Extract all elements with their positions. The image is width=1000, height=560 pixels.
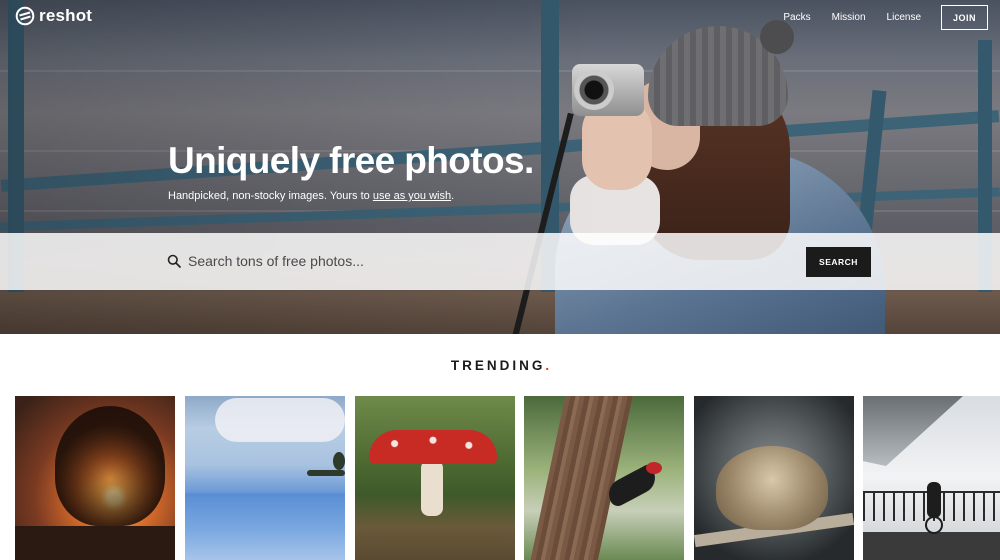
hero-subtitle-end: . <box>451 190 455 202</box>
trending-dot: . <box>545 358 550 373</box>
rodent <box>716 446 828 530</box>
hero-subtitle: Handpicked, non-stocky images. Yours to … <box>168 190 454 202</box>
logo[interactable]: reshot <box>15 6 92 26</box>
trending-label: TRENDING <box>450 358 546 373</box>
join-button[interactable]: JOIN <box>941 5 988 30</box>
nav-links: Packs Mission License JOIN <box>762 5 988 30</box>
woodpecker-head <box>646 462 662 474</box>
photo-red-mushroom[interactable] <box>355 396 515 560</box>
top-navigation: reshot Packs Mission License JOIN <box>0 0 1000 36</box>
search-button[interactable]: SEARCH <box>806 247 871 277</box>
trending-heading: TRENDING. <box>0 358 1000 373</box>
tree-trunk <box>528 396 634 560</box>
reshot-logo-icon <box>15 6 35 26</box>
ground <box>15 526 175 560</box>
island <box>307 470 345 476</box>
search-input[interactable] <box>188 249 748 273</box>
search-icon <box>167 254 181 268</box>
photo-rodent[interactable] <box>694 396 854 560</box>
photo-cyclist-bridge[interactable] <box>863 396 1000 560</box>
hero-title: Uniquely free photos. <box>168 140 534 181</box>
walkway <box>863 532 1000 560</box>
nav-link-packs[interactable]: Packs <box>783 6 810 30</box>
photo-sunset-tree[interactable] <box>15 396 175 560</box>
photo-sky-reflection[interactable] <box>185 396 345 560</box>
mushroom-cap <box>369 430 497 464</box>
island-tree <box>333 452 345 470</box>
logo-text: reshot <box>39 6 93 25</box>
nav-link-mission[interactable]: Mission <box>832 6 866 30</box>
trending-photos <box>15 396 1000 560</box>
cloud <box>215 398 345 442</box>
bridge <box>863 396 963 466</box>
nav-link-license[interactable]: License <box>887 6 921 30</box>
hero-subtitle-text: Handpicked, non-stocky images. Yours to <box>168 190 373 202</box>
mushroom-stem <box>421 460 443 516</box>
cyclist <box>927 482 941 518</box>
tree-silhouette <box>55 406 165 526</box>
bicycle-wheel <box>925 516 943 534</box>
use-as-you-wish-link[interactable]: use as you wish <box>373 190 451 202</box>
photo-woodpecker[interactable] <box>524 396 684 560</box>
